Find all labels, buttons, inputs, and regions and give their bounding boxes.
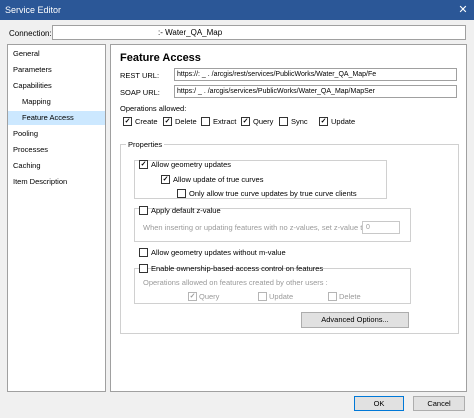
sync-label: Sync (291, 117, 308, 126)
window-title: Service Editor (5, 5, 62, 15)
connection-field[interactable]: ​:- Water_QA_Map (52, 25, 466, 40)
sidebar-item-caching[interactable]: Caching (8, 159, 105, 173)
close-icon[interactable]: ✕ (452, 0, 474, 20)
sync-checkbox[interactable] (279, 117, 288, 126)
delete-label: Delete (175, 117, 197, 126)
feature-access-panel: Feature Access REST URL: https://: _ . /… (110, 44, 467, 392)
z-value-hint: When inserting or updating features with… (143, 223, 369, 232)
extract-label: Extract (213, 117, 237, 126)
page-title: Feature Access (120, 52, 201, 64)
sidebar: General Parameters Capabilities Mapping … (7, 44, 106, 392)
update-label: Update (331, 117, 356, 126)
operations-label: Operations allowed: (120, 104, 187, 113)
rest-url-label: REST URL: (120, 71, 160, 80)
allow-geometry-updates-label: Allow geometry updates (151, 160, 232, 169)
cancel-button[interactable]: Cancel (413, 396, 465, 411)
title-bar: Service Editor ✕ (0, 0, 474, 20)
apply-default-z-checkbox[interactable] (139, 206, 148, 215)
advanced-options-button[interactable]: Advanced Options... (301, 312, 409, 328)
ok-button[interactable]: OK (354, 396, 404, 411)
ownership-hint: Operations allowed on features created b… (143, 278, 328, 287)
update-checkbox[interactable]: ✓ (319, 117, 328, 126)
allow-geometry-updates-checkbox[interactable]: ✓ (139, 160, 148, 169)
owner-update-checkbox[interactable] (258, 292, 267, 301)
extract-checkbox[interactable] (201, 117, 210, 126)
sidebar-item-parameters[interactable]: Parameters (8, 63, 105, 77)
only-true-curve-clients-checkbox[interactable] (177, 189, 186, 198)
sidebar-item-item-description[interactable]: Item Description (8, 175, 105, 189)
owner-query-label: Query (199, 292, 220, 301)
sidebar-item-mapping[interactable]: Mapping (8, 95, 105, 109)
delete-checkbox[interactable]: ✓ (163, 117, 172, 126)
allow-without-m-checkbox[interactable] (139, 248, 148, 257)
sidebar-item-feature-access[interactable]: Feature Access (8, 111, 105, 125)
only-true-curve-clients-label: Only allow true curve updates by true cu… (189, 189, 357, 198)
allow-true-curves-label: Allow update of true curves (173, 175, 264, 184)
connection-label: Connection: (9, 29, 52, 38)
owner-update-label: Update (269, 292, 294, 301)
allow-without-m-label: Allow geometry updates without m-value (151, 248, 286, 257)
create-checkbox[interactable]: ✓ (123, 117, 132, 126)
owner-delete-label: Delete (339, 292, 361, 301)
properties-title: Properties (126, 140, 165, 149)
sidebar-item-processes[interactable]: Processes (8, 143, 105, 157)
create-label: Create (135, 117, 158, 126)
ownership-label: Enable ownership-based access control on… (151, 264, 324, 273)
z-value-input[interactable]: 0 (362, 221, 400, 234)
soap-url-label: SOAP URL: (120, 88, 160, 97)
owner-delete-checkbox[interactable] (328, 292, 337, 301)
query-label: Query (253, 117, 274, 126)
sidebar-item-capabilities[interactable]: Capabilities (8, 79, 105, 93)
allow-true-curves-checkbox[interactable]: ✓ (161, 175, 170, 184)
owner-query-checkbox[interactable]: ✓ (188, 292, 197, 301)
rest-url-field[interactable]: https://: _ . /arcgis/rest/services/Publ… (174, 68, 457, 81)
query-checkbox[interactable]: ✓ (241, 117, 250, 126)
soap-url-field[interactable]: https:/ _ . /arcgis/services/PublicWorks… (174, 85, 457, 98)
apply-default-z-label: Apply default z-value (151, 206, 221, 215)
sidebar-item-pooling[interactable]: Pooling (8, 127, 105, 141)
sidebar-item-general[interactable]: General (8, 47, 105, 61)
ownership-checkbox[interactable] (139, 264, 148, 273)
